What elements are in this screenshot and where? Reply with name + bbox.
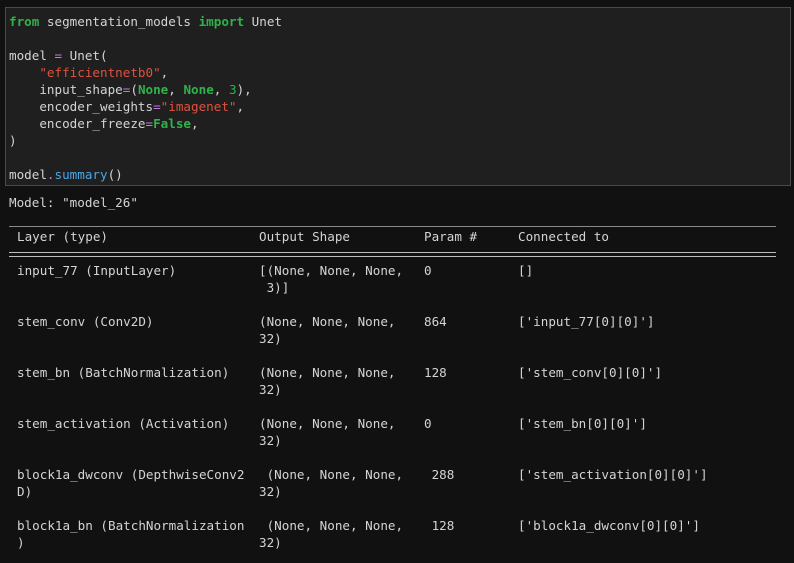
false-literal: False — [153, 116, 192, 131]
row-connected: ['stem_conv[0][0]'] — [518, 365, 663, 380]
model-name-line: Model: "model_26" — [9, 195, 138, 210]
none-literal: None — [137, 82, 169, 97]
row-shape: (None, None, None, — [259, 467, 404, 482]
code-cell[interactable]: from segmentation_models import Unet mod… — [5, 7, 791, 186]
header-param: Param # — [424, 229, 478, 244]
row-shape: 32) — [259, 331, 282, 346]
row-shape: (None, None, None, — [259, 365, 396, 380]
header-connected-to: Connected to — [518, 229, 609, 244]
row-shape: 32) — [259, 484, 282, 499]
row-shape: 32) — [259, 535, 282, 550]
row-shape: 32) — [259, 382, 282, 397]
var-model: model — [9, 167, 47, 182]
row-layer: stem_bn (BatchNormalization) — [17, 365, 230, 380]
row-layer: stem_activation (Activation) — [17, 416, 230, 431]
close-paren: ) — [9, 133, 17, 148]
row-param: 128 — [424, 365, 447, 380]
row-shape: (None, None, None, — [259, 314, 396, 329]
row-connected: ['input_77[0][0]'] — [518, 314, 655, 329]
unet-call: Unet( — [62, 48, 108, 63]
comma: , — [168, 82, 184, 97]
weights-string: "imagenet" — [160, 99, 237, 114]
keyword-from: from — [9, 14, 40, 29]
comma: , — [160, 65, 169, 80]
backbone-string: "efficientnetb0" — [39, 65, 161, 80]
number-literal: 3 — [228, 82, 237, 97]
row-connected: ['block1a_dwconv[0][0]'] — [518, 518, 700, 533]
arg-input-shape: input_shape — [39, 82, 123, 97]
dot-op: . — [46, 167, 55, 182]
method-summary: summary — [54, 167, 108, 182]
imported-name: Unet — [244, 14, 282, 29]
arg-encoder-freeze: encoder_freeze — [39, 116, 146, 131]
row-shape: (None, None, None, — [259, 416, 396, 431]
keyword-import: import — [198, 14, 245, 29]
row-param: 0 — [424, 263, 432, 278]
comma: , — [213, 82, 229, 97]
module-name: segmentation_models — [39, 14, 199, 29]
assign-op: = — [153, 99, 161, 114]
comma: , — [191, 116, 199, 131]
row-layer: D) — [17, 484, 33, 499]
header-layer: Layer (type) — [17, 229, 108, 244]
row-layer: ) — [17, 535, 25, 550]
header-output-shape: Output Shape — [259, 229, 350, 244]
paren: ( — [130, 82, 138, 97]
row-param: 0 — [424, 416, 432, 431]
none-literal: None — [183, 82, 214, 97]
row-shape: (None, None, None, — [259, 518, 404, 533]
comma: , — [236, 99, 245, 114]
row-layer: stem_conv (Conv2D) — [17, 314, 154, 329]
assign-op: = — [54, 48, 63, 63]
summary-top-rule — [9, 226, 776, 227]
row-param: 128 — [424, 518, 455, 533]
row-shape: [(None, None, None, — [259, 263, 404, 278]
row-shape: 3)] — [259, 280, 290, 295]
code-editor[interactable]: from segmentation_models import Unet mod… — [9, 13, 282, 183]
row-param: 864 — [424, 314, 447, 329]
row-param: 288 — [424, 467, 455, 482]
row-layer: input_77 (InputLayer) — [17, 263, 177, 278]
assign-op: = — [145, 116, 154, 131]
row-shape: 32) — [259, 433, 282, 448]
row-connected: [] — [518, 263, 534, 278]
call-paren: () — [107, 167, 123, 182]
var-model: model — [9, 48, 55, 63]
row-connected: ['stem_activation[0][0]'] — [518, 467, 708, 482]
summary-double-rule — [9, 252, 776, 253]
arg-encoder-weights: encoder_weights — [39, 99, 154, 114]
summary-double-rule — [9, 256, 776, 257]
row-layer: block1a_dwconv (DepthwiseConv2 — [17, 467, 245, 482]
row-layer: block1a_bn (BatchNormalization — [17, 518, 245, 533]
paren: ), — [236, 82, 252, 97]
row-connected: ['stem_bn[0][0]'] — [518, 416, 647, 431]
